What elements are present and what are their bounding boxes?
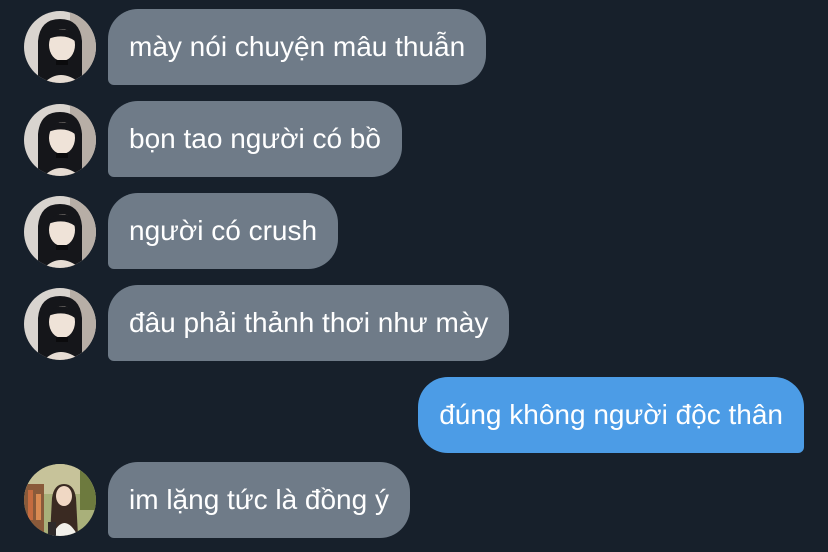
message-text: người có crush <box>129 215 318 246</box>
message-text: đúng không người độc thân <box>439 399 783 430</box>
girl-dark-hair-avatar-icon <box>24 11 96 83</box>
message-text: bọn tao người có bồ <box>129 123 381 154</box>
avatar[interactable] <box>24 196 96 268</box>
message-bubble-incoming[interactable]: mày nói chuyện mâu thuẫn <box>108 9 487 85</box>
avatar[interactable] <box>24 464 96 536</box>
girl-dark-hair-avatar-icon <box>24 104 96 176</box>
chat-thread: mày nói chuyện mâu thuẫn bọn tao người c… <box>0 0 828 552</box>
message-bubble-incoming[interactable]: người có crush <box>108 193 339 269</box>
avatar[interactable] <box>24 104 96 176</box>
avatar[interactable] <box>24 11 96 83</box>
message-bubble-incoming[interactable]: đâu phải thảnh thơi như mày <box>108 285 510 361</box>
message-bubble-outgoing[interactable]: đúng không người độc thân <box>418 377 804 453</box>
message-text: mày nói chuyện mâu thuẫn <box>129 31 466 62</box>
girl-outdoor-avatar-icon <box>24 464 96 536</box>
message-bubble-incoming[interactable]: im lặng tức là đồng ý <box>108 462 410 538</box>
message-bubble-incoming[interactable]: bọn tao người có bồ <box>108 101 402 177</box>
message-text: đâu phải thảnh thơi như mày <box>129 307 489 338</box>
girl-dark-hair-avatar-icon <box>24 288 96 360</box>
message-text: im lặng tức là đồng ý <box>129 484 389 515</box>
girl-dark-hair-avatar-icon <box>24 196 96 268</box>
avatar[interactable] <box>24 288 96 360</box>
